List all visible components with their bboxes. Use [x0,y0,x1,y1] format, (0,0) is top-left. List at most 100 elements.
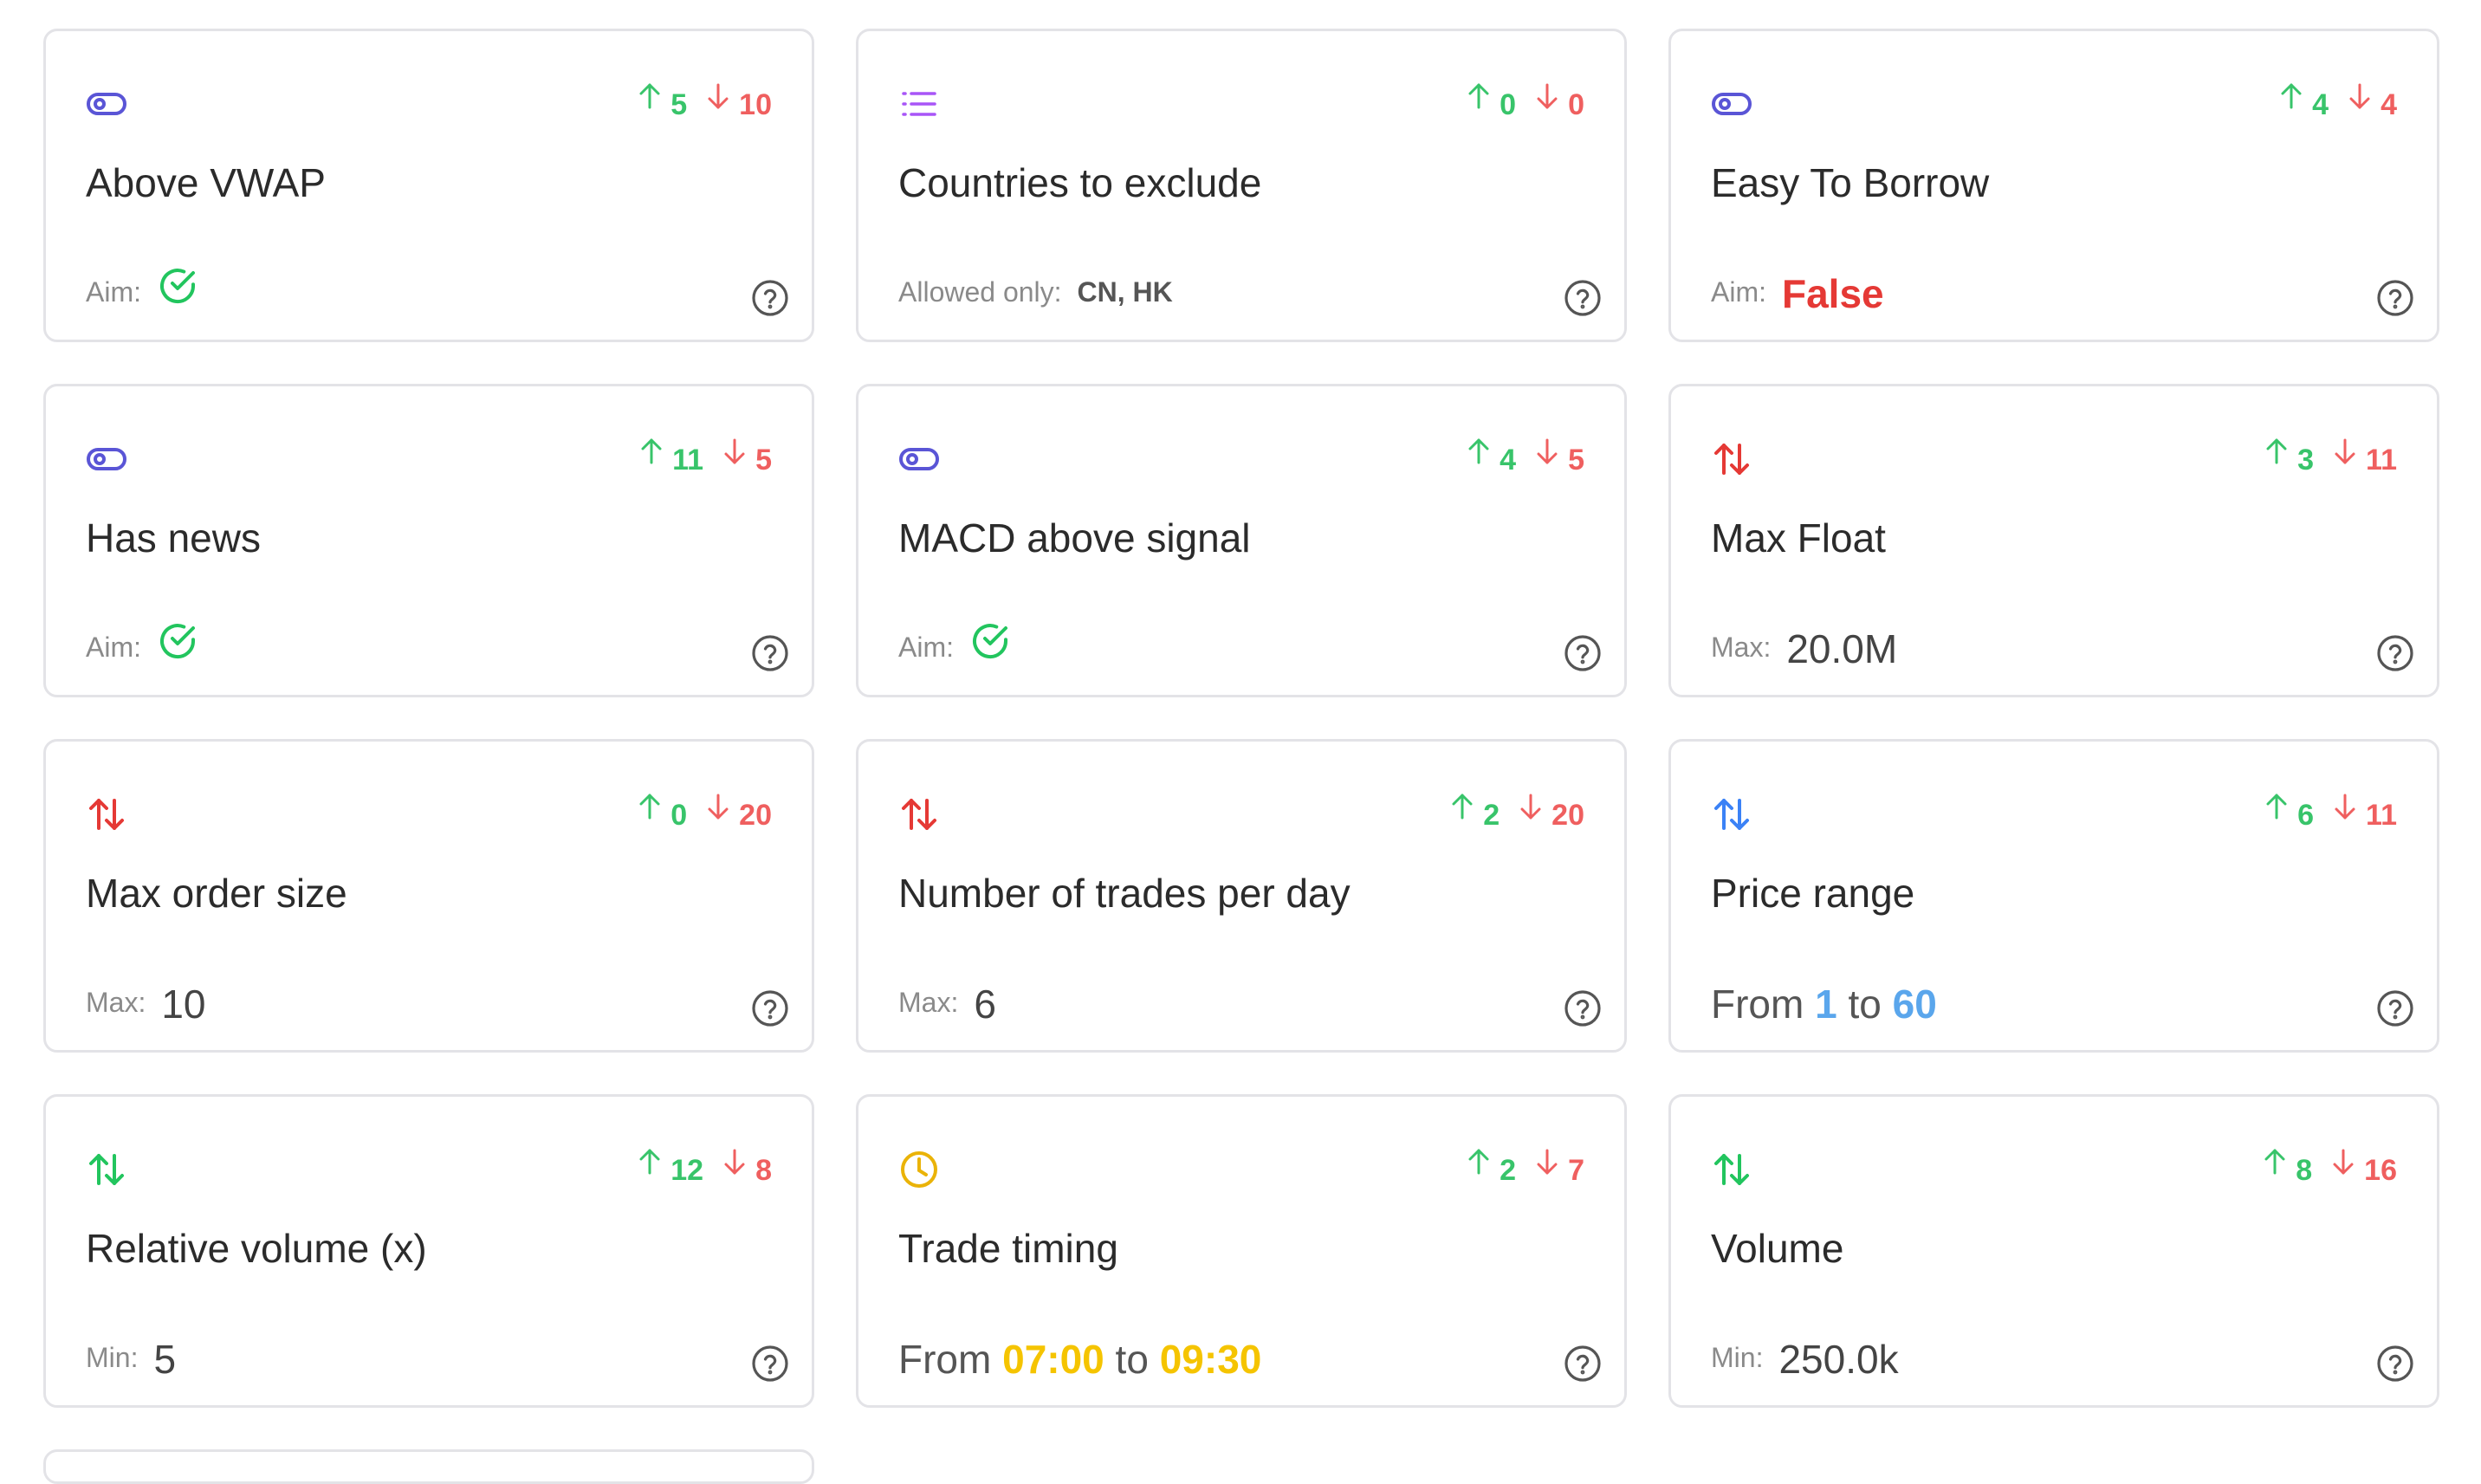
range-text: From 1 to 60 [1711,981,1937,1027]
filter-card-countries-exclude[interactable]: 0 0 Countries to exclude Allowed only: C… [856,29,1627,342]
help-icon[interactable] [751,989,789,1027]
limit-value: 20.0M [1786,626,1898,671]
help-icon[interactable] [2376,634,2414,672]
arrow-down-icon [2333,438,2357,466]
card-footer: From 1 to 60 [1711,981,1937,1027]
filter-card-easy-to-borrow[interactable]: 4 4 Easy To Borrow Aim: False [1668,29,2439,342]
arrow-up-icon [638,1149,662,1176]
filter-card-partial[interactable] [43,1449,814,1484]
arrows-red-icon [1711,438,1752,480]
filter-card-price-range[interactable]: 6 11 Price range From 1 to 60 [1668,739,2439,1053]
range-from-value: 1 [1815,982,1837,1027]
arrow-up-icon [2279,83,2303,111]
downvote-count[interactable]: 10 [706,83,772,122]
arrow-up-icon [1467,83,1491,111]
arrow-up-icon [639,438,664,466]
arrow-up-icon [1467,438,1491,466]
arrow-down-icon [706,794,730,821]
card-title: Easy To Borrow [1711,160,1990,205]
upvote-count[interactable]: 12 [638,1149,703,1188]
card-footer: From 07:00 to 09:30 [898,1336,1261,1383]
downvote-count[interactable]: 20 [706,794,772,833]
help-icon[interactable] [751,634,789,672]
upvote-number: 8 [2296,1154,2313,1187]
allowed-label: Allowed only: [898,276,1062,308]
help-icon[interactable] [1564,989,1602,1027]
filter-card-max-order-size[interactable]: 0 20 Max order size Max: 10 [43,739,814,1053]
downvote-count[interactable]: 4 [2348,83,2397,122]
arrow-down-icon [722,438,747,466]
downvote-count[interactable]: 20 [1519,794,1584,833]
upvote-count[interactable]: 11 [639,438,703,477]
card-footer: Min: 5 [86,1336,176,1383]
vote-counts: 0 0 [1467,83,1584,122]
upvote-count[interactable]: 0 [638,794,687,833]
downvote-number: 20 [739,799,772,832]
help-icon[interactable] [2376,279,2414,317]
filter-card-above-vwap[interactable]: 5 10 Above VWAP Aim: [43,29,814,342]
card-footer: Aim: [898,620,1011,672]
card-title: Above VWAP [86,160,326,205]
arrow-down-icon [2333,794,2357,821]
upvote-count[interactable]: 2 [1467,1149,1516,1188]
help-icon[interactable] [2376,1345,2414,1383]
card-footer: Aim: False [1711,270,1884,317]
card-title: Price range [1711,871,1915,916]
arrow-down-icon [1535,83,1559,111]
upvote-count[interactable]: 2 [1450,794,1500,833]
card-title: Max order size [86,871,347,916]
card-title: Relative volume (x) [86,1226,427,1271]
upvote-count[interactable]: 4 [2279,83,2329,122]
downvote-number: 7 [1568,1154,1584,1187]
downvote-count[interactable]: 7 [1535,1149,1584,1188]
filter-card-relative-volume[interactable]: 12 8 Relative volume (x) Min: 5 [43,1094,814,1408]
range-to-value: 60 [1892,982,1937,1027]
downvote-count[interactable]: 5 [1535,438,1584,477]
upvote-count[interactable]: 3 [2264,438,2315,477]
toggle-icon [1711,83,1752,125]
filter-card-grid: 5 10 Above VWAP Aim: 0 0 Countries to ex… [43,29,2439,1408]
filter-card-trades-per-day[interactable]: 2 20 Number of trades per day Max: 6 [856,739,1627,1053]
arrow-up-icon [2263,1149,2287,1176]
filter-card-volume[interactable]: 8 16 Volume Min: 250.0k [1668,1094,2439,1408]
filter-card-max-float[interactable]: 3 11 Max Float Max: 20.0M [1668,384,2439,697]
downvote-count[interactable]: 8 [722,1149,772,1188]
limit-label: Min: [86,1342,139,1373]
upvote-count[interactable]: 8 [2263,1149,2313,1188]
card-title: Number of trades per day [898,871,1351,916]
check-circle-icon [969,620,1011,672]
downvote-count[interactable]: 5 [722,438,772,477]
filter-card-macd-above-signal[interactable]: 4 5 MACD above signal Aim: [856,384,1627,697]
downvote-count[interactable]: 11 [2333,794,2397,833]
upvote-number: 6 [2297,799,2315,832]
help-icon[interactable] [1564,634,1602,672]
upvote-count[interactable]: 4 [1467,438,1516,477]
limit-value: 5 [153,1337,177,1382]
upvote-count[interactable]: 5 [638,83,688,122]
limit-value: 10 [161,982,206,1027]
upvote-number: 5 [670,88,688,121]
help-icon[interactable] [2376,989,2414,1027]
card-footer: Aim: [86,620,198,672]
filter-card-trade-timing[interactable]: 2 7 Trade timing From 07:00 to 09:30 [856,1094,1627,1408]
upvote-number: 3 [2297,444,2315,476]
check-circle-icon [157,620,198,672]
upvote-count[interactable]: 6 [2264,794,2315,833]
help-icon[interactable] [1564,279,1602,317]
downvote-number: 5 [755,444,772,476]
downvote-count[interactable]: 0 [1535,83,1584,122]
help-icon[interactable] [751,279,789,317]
help-icon[interactable] [751,1345,789,1383]
downvote-number: 4 [2381,88,2397,121]
card-footer: Aim: [86,265,198,317]
downvote-number: 11 [2366,444,2397,476]
downvote-count[interactable]: 16 [2331,1149,2397,1188]
downvote-number: 10 [739,88,772,121]
downvote-count[interactable]: 11 [2333,438,2397,477]
vote-counts: 12 8 [638,1149,772,1188]
filter-card-has-news[interactable]: 11 5 Has news Aim: [43,384,814,697]
limit-label: Max: [1711,632,1772,663]
upvote-count[interactable]: 0 [1467,83,1516,122]
arrow-up-icon [638,794,662,821]
help-icon[interactable] [1564,1345,1602,1383]
